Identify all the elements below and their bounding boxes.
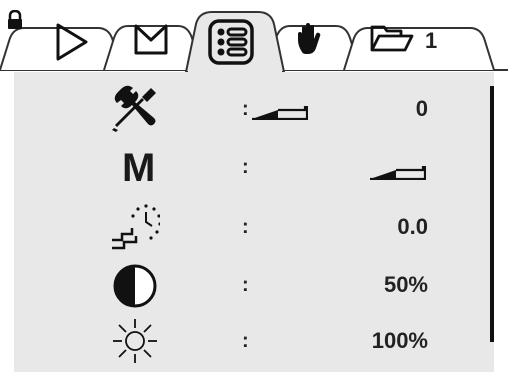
manual-mode-icon[interactable]: [132, 22, 170, 56]
folder-count: 1: [425, 28, 438, 53]
stair-clock-icon: [112, 204, 160, 250]
tab-bar: 1: [0, 0, 508, 72]
row-colon: :: [242, 216, 249, 238]
scrollbar-track: [490, 342, 494, 372]
row-colon: :: [242, 274, 249, 296]
row-colon: :: [242, 330, 249, 352]
setting-row-contrast[interactable]: : 50%: [14, 256, 484, 312]
setting-row-tools[interactable]: : 0: [14, 80, 484, 136]
contrast-icon: [113, 264, 157, 308]
scrollbar[interactable]: [490, 86, 494, 342]
play-icon[interactable]: [54, 22, 90, 62]
setting-row-mode[interactable]: M :: [14, 138, 484, 194]
level-ramp-icon: [370, 166, 426, 180]
mode-letter: M: [122, 146, 156, 190]
folder-icon[interactable]: [369, 23, 415, 53]
setting-row-brightness[interactable]: : 100%: [14, 312, 484, 368]
row-value-delay: 0.0: [397, 214, 428, 239]
lock-icon: [8, 10, 22, 29]
row-value-contrast: 50%: [383, 272, 428, 297]
level-ramp-icon: [252, 106, 308, 120]
setting-row-delay[interactable]: : 0.0: [14, 198, 484, 254]
tools-icon: [112, 85, 156, 132]
settings-panel: : 0 M :: 0.0: 50%: 100%: [14, 72, 494, 372]
hand-icon[interactable]: [296, 22, 322, 56]
sun-icon: [113, 319, 157, 363]
screen: 1 : 0 M :: 0.0: 50%: 100%: [0, 0, 508, 387]
row-value-tools: 0: [415, 96, 428, 121]
settings-list-icon[interactable]: [207, 18, 255, 66]
row-colon: :: [242, 98, 249, 120]
row-colon: :: [242, 156, 249, 178]
row-value-brightness: 100%: [371, 328, 428, 353]
